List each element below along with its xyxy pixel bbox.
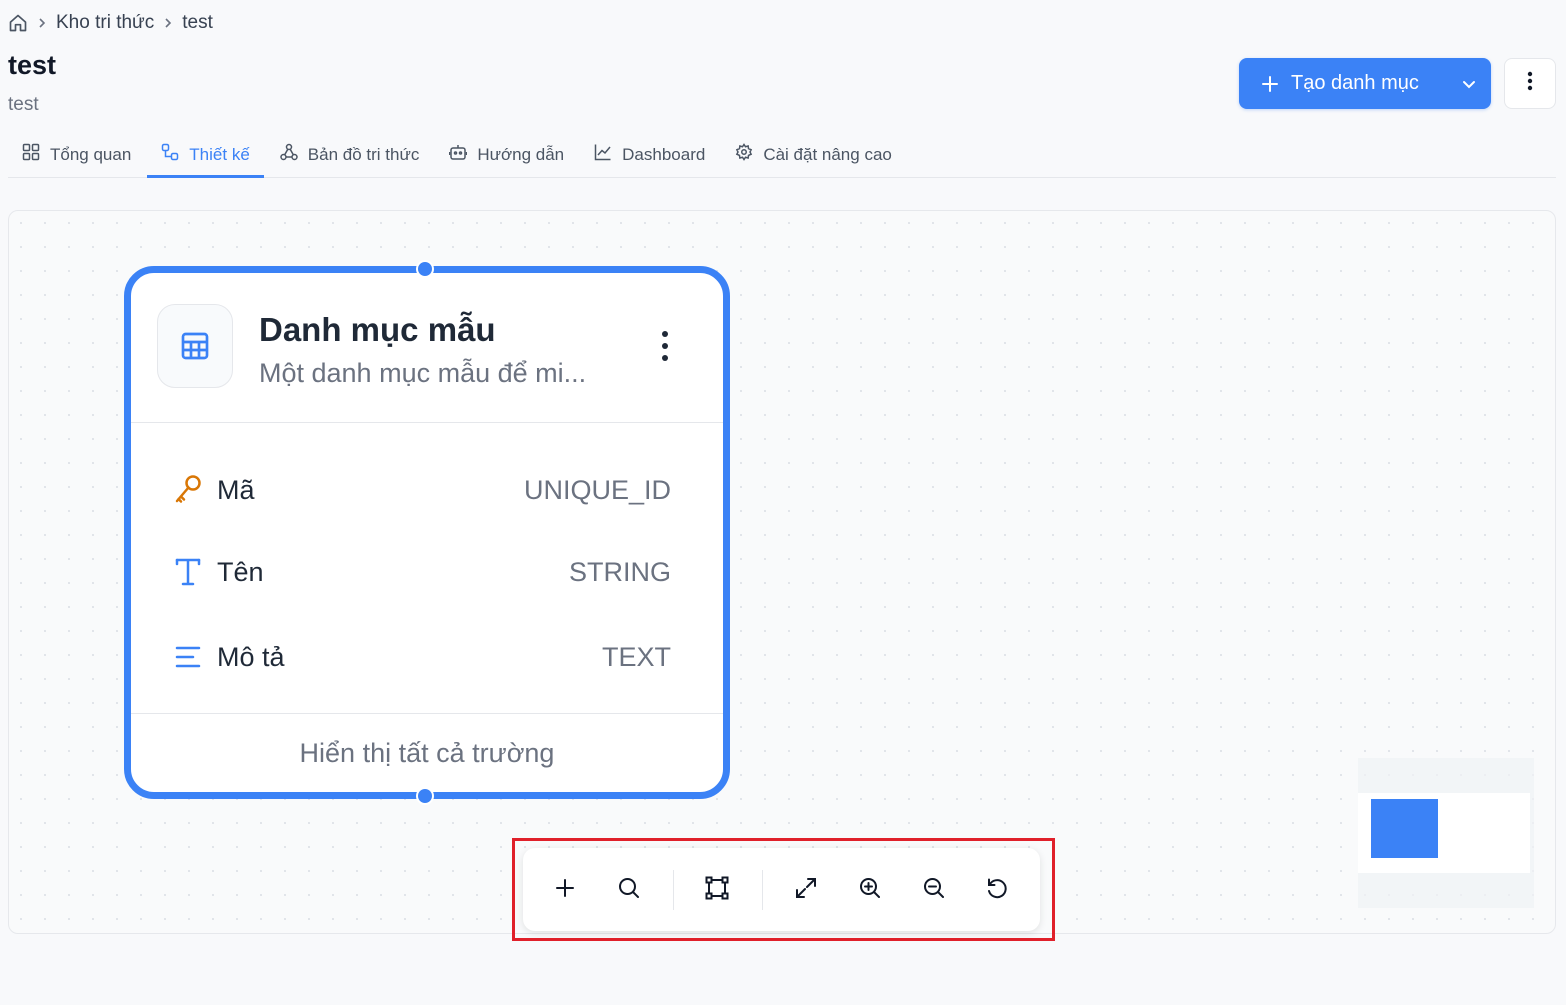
tab-bar: Tổng quan Thiết kế Bản đồ tri thức Hướng… [8,132,1556,178]
node-menu-button[interactable] [653,328,677,368]
tab-huong-dan[interactable]: Hướng dẫn [435,132,578,177]
grid-icon [22,143,40,166]
create-category-button[interactable]: Tạo danh mục [1239,58,1491,109]
chevron-right-icon [36,17,48,29]
key-icon [171,474,205,506]
field-type: STRING [568,556,671,587]
tab-dashboard[interactable]: Dashboard [580,132,719,177]
tab-thiet-ke[interactable]: Thiết kế [147,132,265,178]
table-icon [157,304,233,388]
field-row[interactable]: Mã UNIQUE_ID [171,460,671,520]
minimap-node [1371,799,1438,858]
lines-icon [171,644,205,670]
field-name: Tên [217,556,264,587]
chevron-right-icon [162,17,174,29]
vertical-dots-icon [661,330,669,367]
tab-label: Cài đặt nâng cao [763,144,892,164]
show-all-fields-link[interactable]: Hiển thị tất cả trường [131,713,723,792]
field-type: UNIQUE_ID [523,474,671,505]
text-t-icon [171,557,205,587]
tab-label: Bản đồ tri thức [307,144,420,164]
node-title: Danh mục mẫu [259,311,496,348]
robot-icon [449,143,468,166]
tab-cai-dat-nang-cao[interactable]: Cài đặt nâng cao [721,132,906,177]
node-description: Một danh mục mẫu để mi... [259,358,587,388]
breadcrumb-item-current: test [182,12,213,33]
highlight-box [512,838,1055,941]
chevron-down-icon[interactable] [1451,76,1477,92]
tab-ban-do-tri-thuc[interactable]: Bản đồ tri thức [266,132,434,177]
page-title: test [8,50,57,80]
chart-line-icon [594,143,612,166]
gear-icon [735,143,753,166]
tab-tong-quan[interactable]: Tổng quan [8,132,145,177]
home-icon[interactable] [8,13,28,33]
design-icon [161,143,179,166]
create-category-label: Tạo danh mục [1291,72,1419,94]
breadcrumb: Kho tri thức test [8,10,213,36]
vertical-dots-icon [1527,71,1533,96]
sitemap-icon [280,143,298,166]
more-options-button[interactable] [1504,58,1556,109]
tab-label: Thiết kế [189,144,250,164]
tab-label: Tổng quan [50,144,132,164]
tab-label: Dashboard [622,144,706,164]
field-type: TEXT [601,641,671,672]
field-row[interactable]: Mô tả TEXT [171,627,671,687]
page-subtitle: test [8,94,39,115]
field-name: Mô tả [217,641,285,672]
plus-icon [1261,75,1279,93]
breadcrumb-item-kho-tri-thuc[interactable]: Kho tri thức [56,12,154,34]
field-row[interactable]: Tên STRING [171,542,671,602]
tab-label: Hướng dẫn [477,144,565,164]
node-header: Danh mục mẫu Một danh mục mẫu để mi... [131,273,723,423]
category-node[interactable]: Danh mục mẫu Một danh mục mẫu để mi... M… [124,260,730,805]
field-name: Mã [217,474,255,505]
